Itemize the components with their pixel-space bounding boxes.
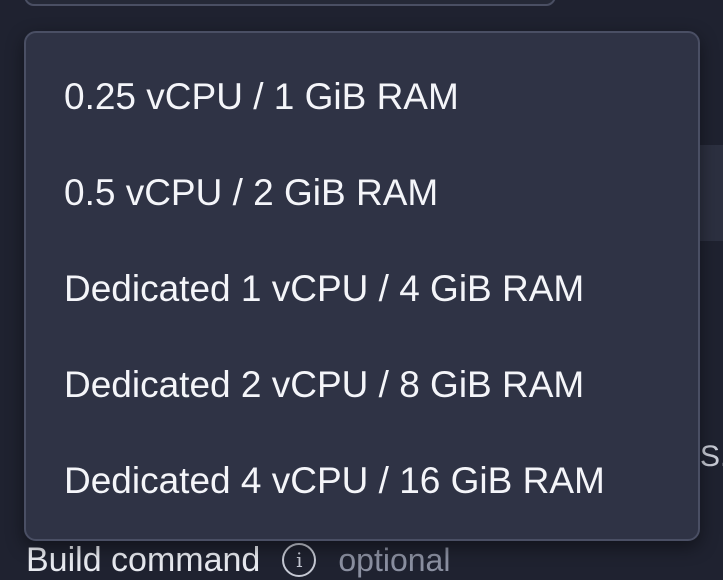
instance-type-select[interactable] bbox=[24, 0, 556, 6]
build-command-row: Build command i optional bbox=[26, 540, 450, 580]
optional-hint: optional bbox=[338, 541, 451, 578]
info-icon[interactable]: i bbox=[282, 543, 317, 577]
build-command-label: Build command bbox=[26, 540, 261, 579]
instance-size-dropdown-menu: 0.25 vCPU / 1 GiB RAM 0.5 vCPU / 2 GiB R… bbox=[24, 31, 700, 541]
option-0-25-vcpu-1gib[interactable]: 0.25 vCPU / 1 GiB RAM bbox=[26, 49, 698, 145]
option-0-5-vcpu-2gib[interactable]: 0.5 vCPU / 2 GiB RAM bbox=[26, 145, 698, 241]
background-panel bbox=[698, 145, 723, 241]
option-dedicated-2-vcpu-8gib[interactable]: Dedicated 2 vCPU / 8 GiB RAM bbox=[26, 337, 698, 433]
info-icon-glyph: i bbox=[296, 548, 303, 572]
option-dedicated-1-vcpu-4gib[interactable]: Dedicated 1 vCPU / 4 GiB RAM bbox=[26, 241, 698, 337]
background-text-fragment: S. bbox=[700, 440, 723, 473]
option-dedicated-4-vcpu-16gib[interactable]: Dedicated 4 vCPU / 16 GiB RAM bbox=[26, 433, 698, 529]
